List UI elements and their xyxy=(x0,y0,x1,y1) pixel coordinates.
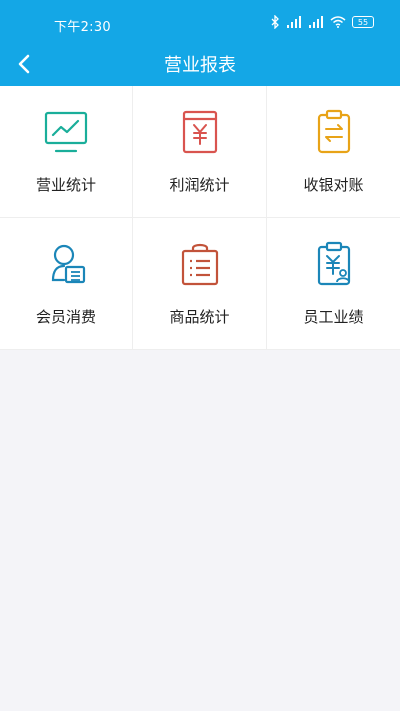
battery-icon: 55 xyxy=(352,16,374,28)
tile-member-spending[interactable]: 会员消费 xyxy=(0,218,133,350)
bluetooth-icon xyxy=(271,15,279,29)
tile-profit-stats[interactable]: 利润统计 xyxy=(133,86,267,218)
yen-receipt-icon xyxy=(182,110,217,154)
status-time: 下午2:30 xyxy=(54,20,111,35)
report-menu-grid: 营业统计 利润统计 收银对账 会员消费 商品统计 员工业绩 xyxy=(0,86,400,350)
staff-clipboard-icon xyxy=(317,241,350,286)
tile-label: 收银对账 xyxy=(303,176,364,194)
tile-label: 利润统计 xyxy=(169,176,230,194)
tile-staff-performance[interactable]: 员工业绩 xyxy=(267,218,400,350)
shopping-bag-list-icon xyxy=(181,243,218,286)
app-header: 下午2:30 55 营业报表 xyxy=(0,0,400,86)
signal-hd-icon xyxy=(309,16,323,28)
page-title: 营业报表 xyxy=(164,55,236,76)
tile-label: 员工业绩 xyxy=(303,308,364,326)
member-card-icon xyxy=(51,244,86,284)
tile-label: 商品统计 xyxy=(169,308,230,326)
signal-icon xyxy=(287,16,301,28)
battery-level: 55 xyxy=(357,17,369,27)
tile-label: 会员消费 xyxy=(35,308,96,326)
status-icons: 55 xyxy=(270,14,374,30)
status-bar: 下午2:30 55 xyxy=(0,0,400,44)
tile-product-stats[interactable]: 商品统计 xyxy=(133,218,267,350)
nav-bar: 营业报表 xyxy=(0,44,400,84)
tile-business-stats[interactable]: 营业统计 xyxy=(0,86,133,218)
line-chart-monitor-icon xyxy=(44,111,88,153)
tile-label: 营业统计 xyxy=(35,176,96,194)
wifi-icon xyxy=(330,16,346,28)
exchange-clipboard-icon xyxy=(317,109,350,154)
tile-cash-reconcile[interactable]: 收银对账 xyxy=(267,86,400,218)
